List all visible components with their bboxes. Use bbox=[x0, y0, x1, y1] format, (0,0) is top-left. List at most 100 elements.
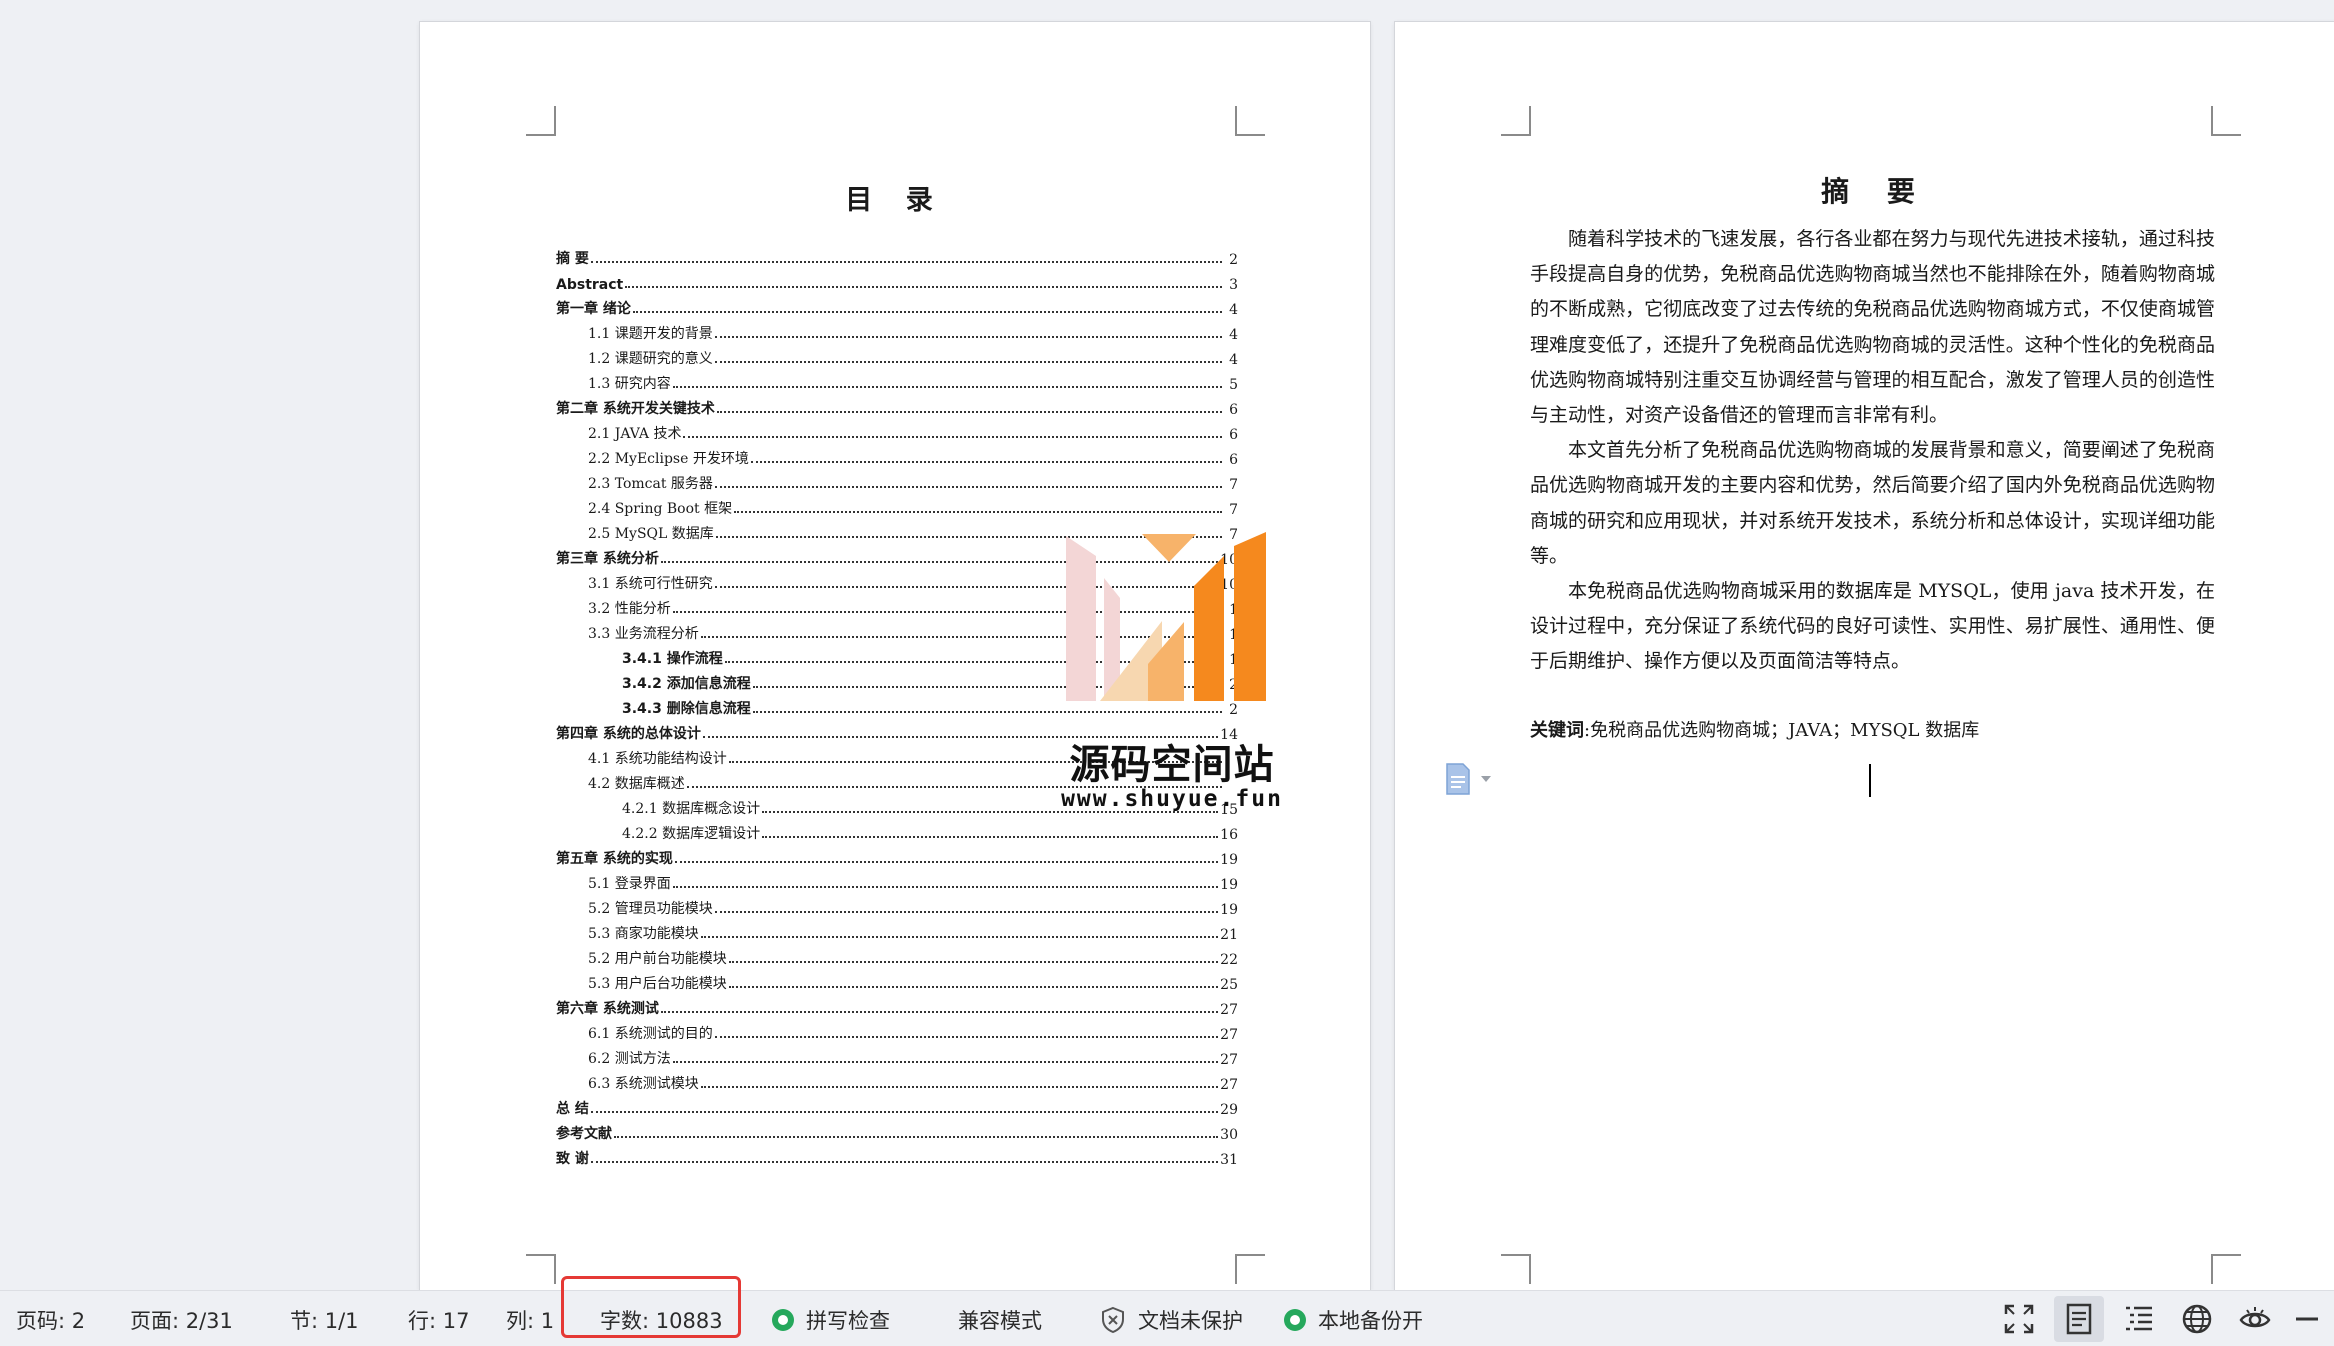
keywords-value: :免税商品优选购物商城；JAVA；MYSQL 数据库 bbox=[1584, 720, 1980, 741]
toc-entry[interactable]: 1.3 研究内容 5 bbox=[556, 371, 1238, 393]
toc-entry[interactable]: 6.1 系统测试的目的 27 bbox=[556, 1021, 1238, 1043]
document-page-abstract: 摘 要 随着科学技术的飞速发展，各行各业都在努力与现代先进技术接轨，通过科技手段… bbox=[1395, 22, 2334, 1290]
toc-entry[interactable]: 6.2 测试方法 27 bbox=[556, 1046, 1238, 1068]
margin-corner-bottom-left bbox=[526, 1254, 556, 1284]
toc-entry-title: 第五章 系统的实现 bbox=[556, 851, 673, 867]
toc-entry-page: 5 bbox=[1229, 377, 1238, 393]
toc-entry-title: 2.4 Spring Boot 框架 bbox=[588, 501, 733, 517]
toc-entry[interactable]: 5.3 商家功能模块 21 bbox=[556, 921, 1238, 943]
toc-entry-leader bbox=[672, 386, 1222, 388]
spell-check-button[interactable]: 拼写检查 bbox=[772, 1305, 890, 1335]
toc-entry-title: 4.2.2 数据库逻辑设计 bbox=[622, 826, 761, 842]
toc-entry-leader bbox=[672, 886, 1219, 888]
status-page-code[interactable]: 页码: 2 bbox=[16, 1305, 85, 1335]
toc-entry[interactable]: 6.3 系统测试模块 27 bbox=[556, 1071, 1238, 1093]
zoom-out-icon[interactable] bbox=[2290, 1302, 2324, 1336]
toc-entry[interactable]: 第一章 绪论 4 bbox=[556, 296, 1238, 318]
abstract-body[interactable]: 随着科学技术的飞速发展，各行各业都在努力与现代先进技术接轨，通过科技手段提高自身… bbox=[1530, 222, 2215, 680]
shield-icon bbox=[1102, 1306, 1124, 1334]
toc-entry-title: 6.1 系统测试的目的 bbox=[588, 1026, 713, 1042]
toc-entry[interactable]: 总 结 29 bbox=[556, 1096, 1238, 1118]
toc-entry-title: 摘 要 bbox=[556, 251, 589, 267]
toc-entry[interactable]: 5.1 登录界面 19 bbox=[556, 871, 1238, 893]
toc-entry[interactable]: 5.3 用户后台功能模块 25 bbox=[556, 971, 1238, 993]
toc-entry-title: 5.1 登录界面 bbox=[588, 876, 671, 892]
status-row[interactable]: 行: 17 bbox=[408, 1305, 469, 1335]
toc-entry-page: 7 bbox=[1229, 502, 1238, 518]
toc-entry-title: 5.3 用户后台功能模块 bbox=[588, 976, 727, 992]
toc-entry[interactable]: 第五章 系统的实现 19 bbox=[556, 846, 1238, 868]
toc-entry[interactable]: 摘 要 2 bbox=[556, 246, 1238, 268]
toc-entry-leader bbox=[700, 1086, 1219, 1088]
paragraph-layout-icon[interactable] bbox=[1441, 762, 1495, 800]
eye-protection-icon[interactable] bbox=[2238, 1302, 2272, 1336]
outline-view-icon[interactable] bbox=[2122, 1302, 2156, 1336]
web-layout-globe-icon[interactable] bbox=[2180, 1302, 2214, 1336]
doc-protect-button[interactable]: 文档未保护 bbox=[1100, 1305, 1243, 1335]
toc-entry-page: 22 bbox=[1220, 952, 1238, 968]
toc-entry[interactable]: 2.4 Spring Boot 框架 7 bbox=[556, 496, 1238, 518]
toc-entry[interactable]: 2.1 JAVA 技术 6 bbox=[556, 421, 1238, 443]
toc-entry-page: 31 bbox=[1220, 1152, 1238, 1168]
fullscreen-icon[interactable] bbox=[2002, 1302, 2036, 1336]
toc-entry-title: 3.2 性能分析 bbox=[588, 601, 671, 617]
keywords-label: 关键词 bbox=[1530, 720, 1584, 741]
toc-entry-title: 1.3 研究内容 bbox=[588, 376, 671, 392]
status-section[interactable]: 节: 1/1 bbox=[290, 1305, 359, 1335]
toc-title: 目 录 bbox=[845, 185, 945, 216]
toc-entry[interactable]: 5.2 管理员功能模块 19 bbox=[556, 896, 1238, 918]
toc-entry-title: 参考文献 bbox=[556, 1126, 612, 1142]
toc-entry-page: 27 bbox=[1220, 1002, 1238, 1018]
abstract-keywords[interactable]: 关键词:免税商品优选购物商城；JAVA；MYSQL 数据库 bbox=[1530, 716, 1979, 742]
toc-entry-title: 3.4.1 操作流程 bbox=[622, 651, 723, 667]
toc-entry-title: 5.2 用户前台功能模块 bbox=[588, 951, 727, 967]
abstract-paragraph-2[interactable]: 本文首先分析了免税商品优选购物商城的发展背景和意义，简要阐述了免税商品优选购物商… bbox=[1530, 433, 2215, 574]
toc-entry-title: 第一章 绪论 bbox=[556, 301, 631, 317]
toc-entry[interactable]: 5.2 用户前台功能模块 22 bbox=[556, 946, 1238, 968]
toc-entry[interactable]: 1.1 课题开发的背景 4 bbox=[556, 321, 1238, 343]
margin-corner-top-right bbox=[1235, 106, 1265, 136]
toc-entry-leader bbox=[762, 836, 1219, 838]
abstract-paragraph-1[interactable]: 随着科学技术的飞速发展，各行各业都在努力与现代先进技术接轨，通过科技手段提高自身… bbox=[1530, 222, 2215, 433]
spell-check-label: 拼写检查 bbox=[806, 1309, 890, 1333]
toc-entry[interactable]: 2.2 MyEclipse 开发环境 6 bbox=[556, 446, 1238, 468]
margin-corner-top-left bbox=[526, 106, 556, 136]
abstract-paragraph-3[interactable]: 本免税商品优选购物商城采用的数据库是 MYSQL，使用 java 技术开发，在设… bbox=[1530, 574, 2215, 680]
toc-entry[interactable]: 2.3 Tomcat 服务器 7 bbox=[556, 471, 1238, 493]
toc-entry[interactable]: 致 谢 31 bbox=[556, 1146, 1238, 1168]
toc-entry-title: Abstract bbox=[556, 277, 624, 293]
status-column[interactable]: 列: 1 bbox=[506, 1305, 554, 1335]
toc-entry-page: 4 bbox=[1229, 327, 1238, 343]
watermark-logo-icon bbox=[1066, 532, 1266, 701]
toc-entry-title: 第四章 系统的总体设计 bbox=[556, 726, 701, 742]
toc-entry-title: 2.2 MyEclipse 开发环境 bbox=[588, 451, 749, 467]
toc-entry-title: 5.2 管理员功能模块 bbox=[588, 901, 713, 917]
margin-corner-top-right bbox=[2211, 106, 2241, 136]
toc-entry-leader bbox=[625, 286, 1222, 288]
status-bar: 页码: 2 页面: 2/31 节: 1/1 行: 17 列: 1 字数: 108… bbox=[0, 1290, 2334, 1346]
toc-entry-title: 3.1 系统可行性研究 bbox=[588, 576, 713, 592]
toc-entry-page: 21 bbox=[1220, 927, 1238, 943]
toc-entry[interactable]: 参考文献 30 bbox=[556, 1121, 1238, 1143]
toc-entry-page: 6 bbox=[1229, 452, 1238, 468]
spell-check-status-icon bbox=[772, 1309, 794, 1331]
toc-entry-leader bbox=[632, 311, 1222, 313]
status-pages[interactable]: 页面: 2/31 bbox=[130, 1305, 233, 1335]
toc-entry-title: 2.3 Tomcat 服务器 bbox=[588, 476, 713, 492]
toc-entry[interactable]: 1.2 课题研究的意义 4 bbox=[556, 346, 1238, 368]
toc-entry-leader bbox=[674, 861, 1219, 863]
page-view-button[interactable] bbox=[2054, 1296, 2104, 1342]
toc-entry-leader bbox=[714, 1036, 1219, 1038]
toc-entry[interactable]: Abstract 3 bbox=[556, 271, 1238, 293]
toc-entry[interactable]: 第六章 系统测试 27 bbox=[556, 996, 1238, 1018]
local-backup-button[interactable]: 本地备份开 bbox=[1284, 1305, 1423, 1335]
toc-entry[interactable]: 第二章 系统开发关键技术 6 bbox=[556, 396, 1238, 418]
toc-entry-page: 19 bbox=[1220, 877, 1238, 893]
toc-entry-leader bbox=[714, 486, 1222, 488]
toc-entry-title: 5.3 商家功能模块 bbox=[588, 926, 699, 942]
toc-entry-page: 6 bbox=[1229, 427, 1238, 443]
toc-entry-page: 27 bbox=[1220, 1077, 1238, 1093]
margin-corner-bottom-right bbox=[2211, 1254, 2241, 1284]
toc-entry-page: 19 bbox=[1220, 852, 1238, 868]
compat-mode-button[interactable]: 兼容模式 bbox=[958, 1305, 1042, 1335]
